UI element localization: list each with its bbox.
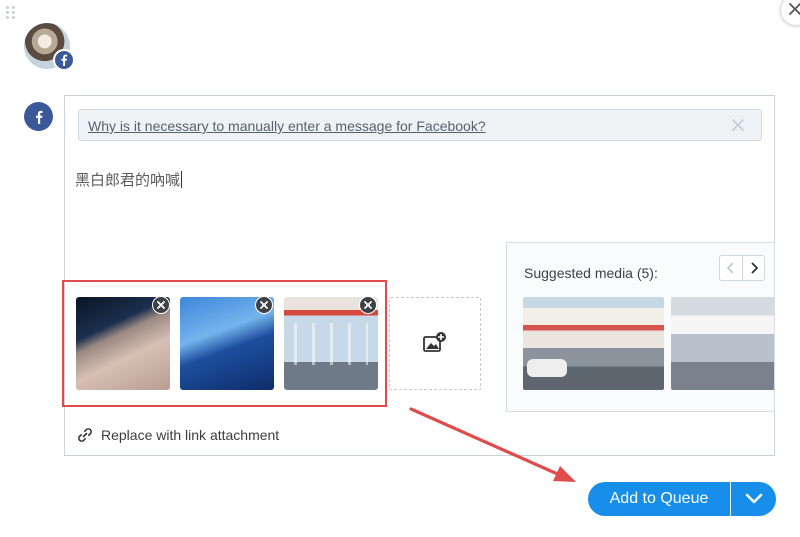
annotation-arrow — [409, 407, 576, 482]
